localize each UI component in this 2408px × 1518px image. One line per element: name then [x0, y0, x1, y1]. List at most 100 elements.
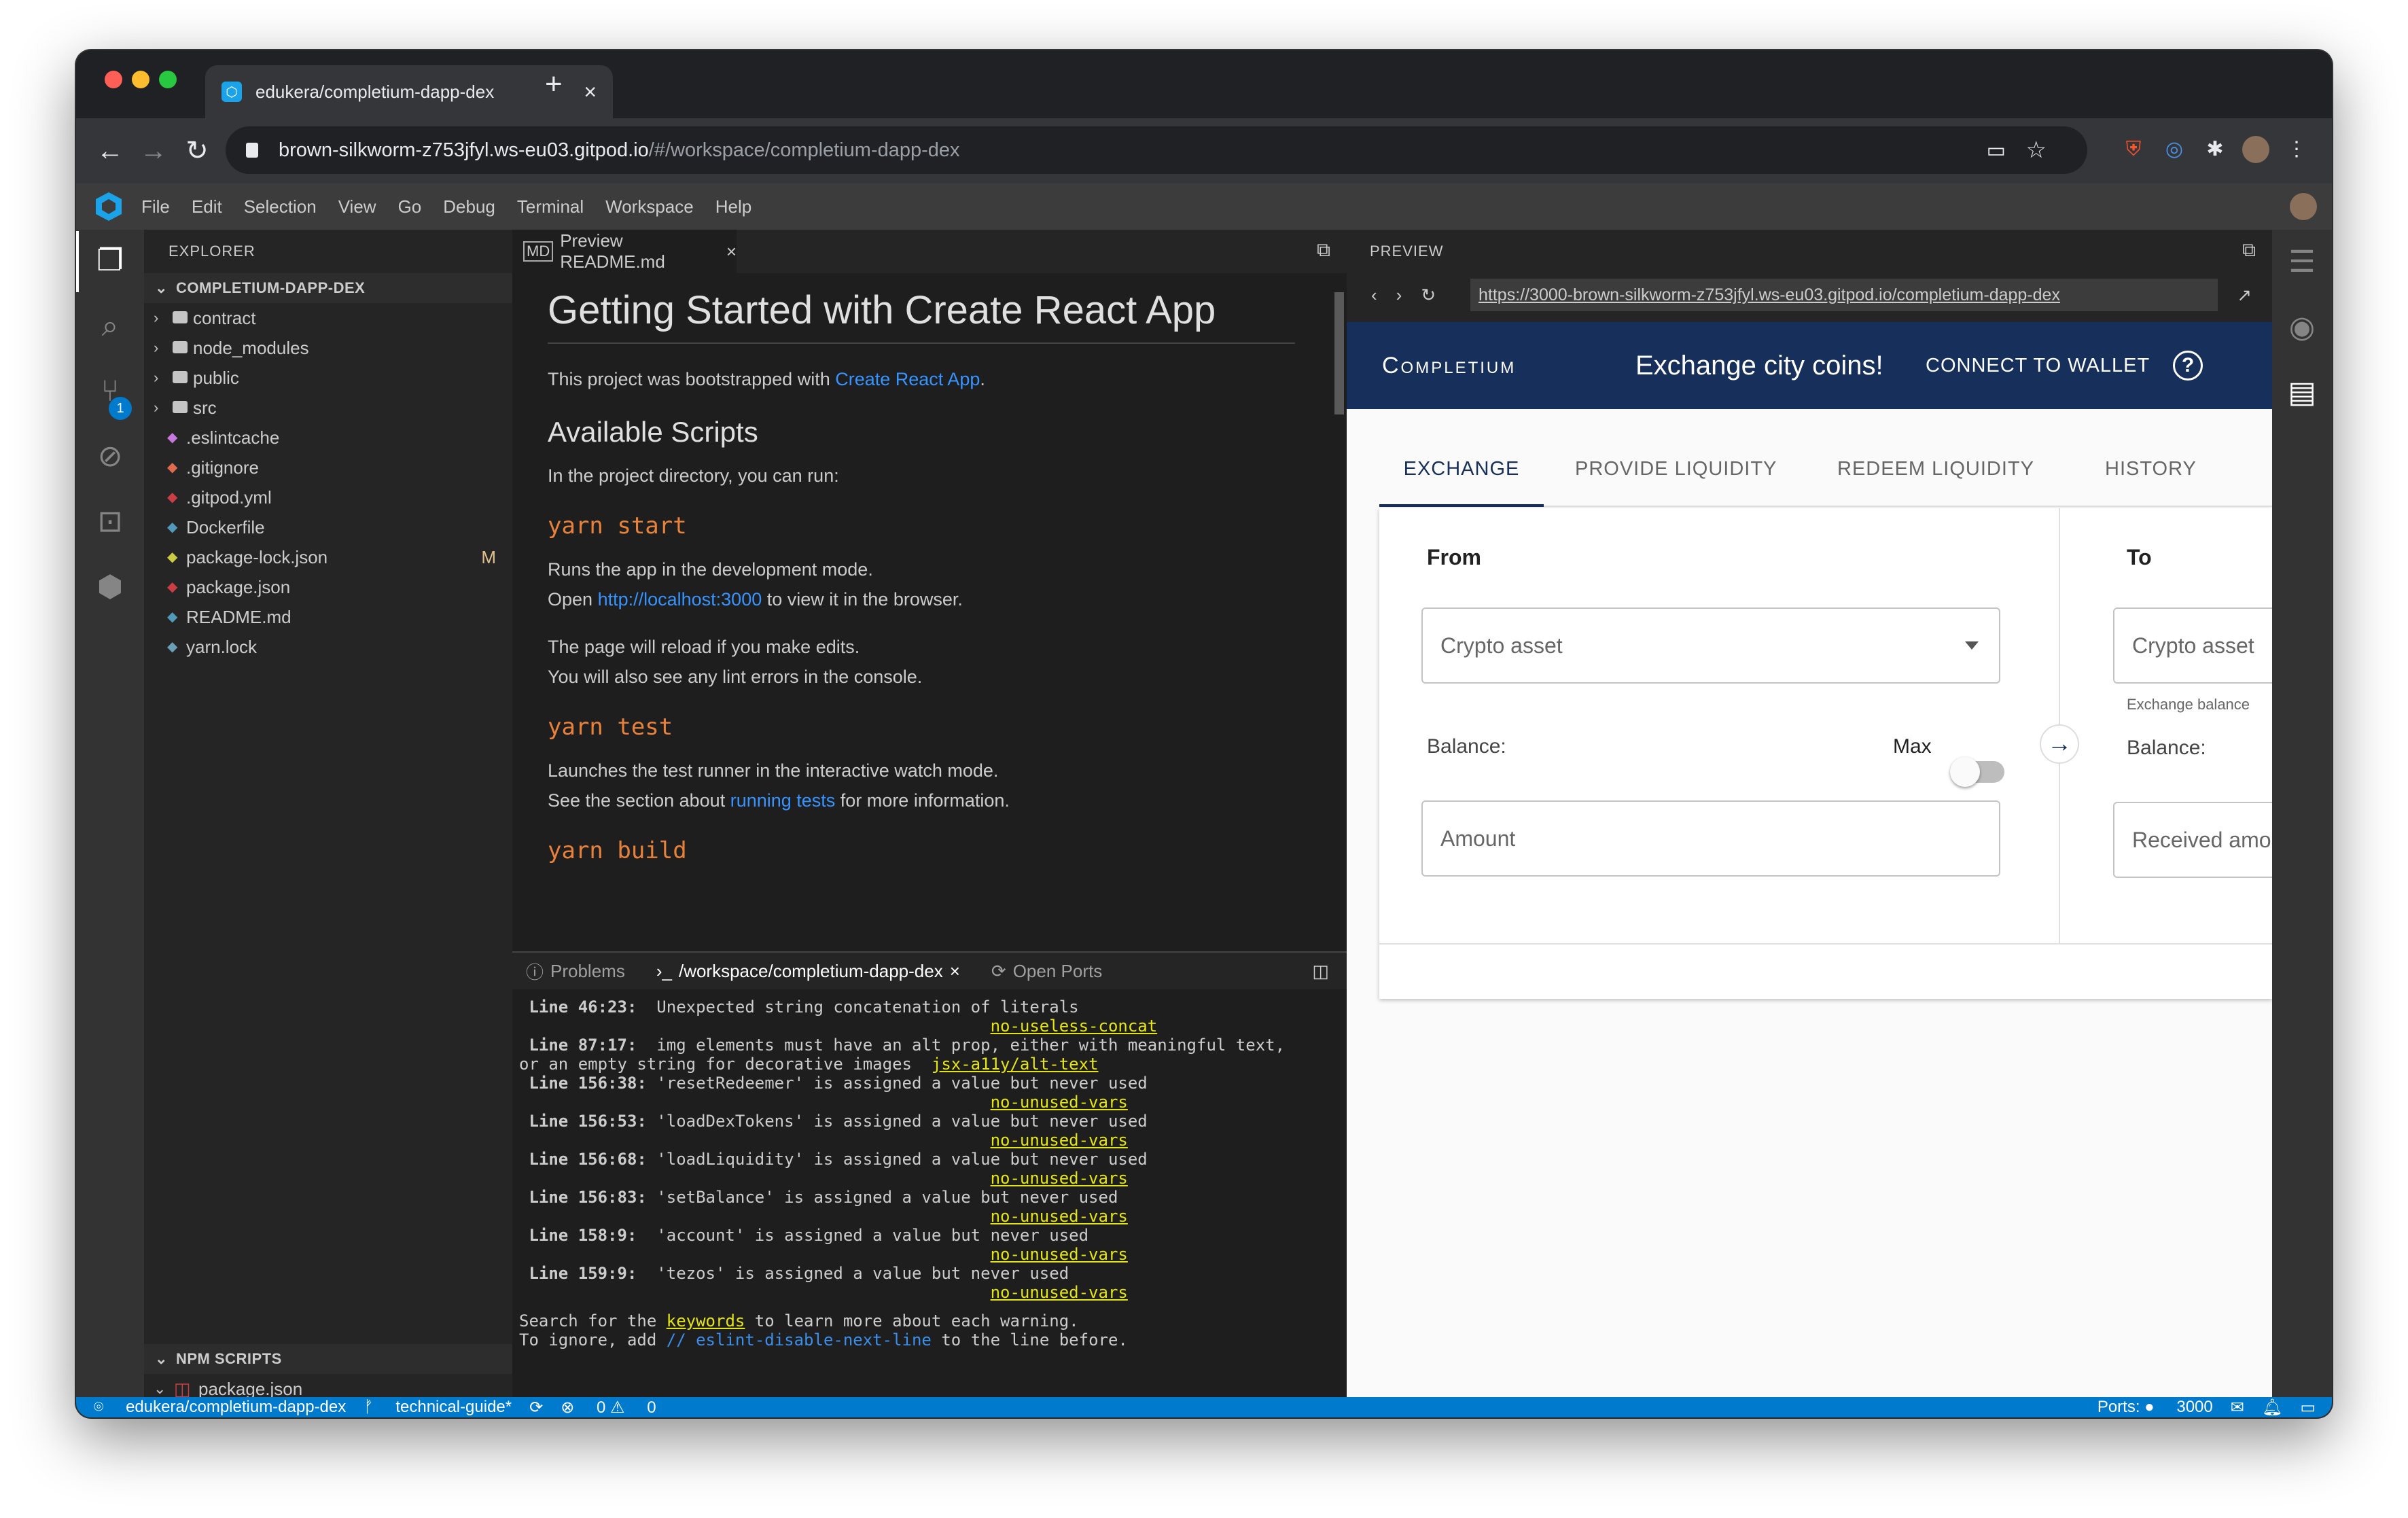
extension-icon[interactable]: ◎	[2161, 136, 2188, 163]
menu-help[interactable]: Help	[715, 196, 751, 217]
back-icon[interactable]: ←	[88, 136, 132, 166]
open-to-side-icon[interactable]: ⧉	[1317, 239, 1330, 262]
file-gitpod-yml[interactable]: ◆ .gitpod.yml	[144, 482, 512, 512]
help-icon[interactable]: ?	[2173, 351, 2203, 381]
max-toggle[interactable]	[1950, 757, 2004, 787]
preview-forward-icon[interactable]: ›	[1396, 285, 1402, 306]
completium-brand[interactable]: Completium	[1382, 353, 1516, 379]
bookmark-star-icon[interactable]: ☆	[2026, 137, 2047, 164]
received-amount-input[interactable]: Received amount	[2113, 802, 2272, 878]
reload-icon[interactable]: ↻	[175, 135, 219, 166]
to-asset-select[interactable]: Crypto asset	[2113, 607, 2272, 684]
eslint-rule-link[interactable]: no-unused-vars	[991, 1283, 1128, 1302]
explorer-files-icon[interactable]: ❐	[91, 242, 129, 280]
tab-open-ports[interactable]: ⟳ Open Ports	[991, 961, 1102, 982]
search-icon[interactable]: ⌕	[91, 307, 129, 345]
menu-edit[interactable]: Edit	[192, 196, 222, 217]
editor-scrollbar[interactable]	[1334, 292, 1344, 414]
close-editor-tab-icon[interactable]: ×	[726, 241, 737, 262]
tab-problems[interactable]: ⓘ Problems	[526, 959, 625, 984]
preview-url-input[interactable]: https://3000-brown-silkworm-z753jfyl.ws-…	[1470, 279, 2218, 311]
more-menu-icon[interactable]: ⋮	[2283, 136, 2310, 163]
folder-public[interactable]: › public	[144, 363, 512, 393]
sync-icon[interactable]: ⟳	[529, 1398, 543, 1417]
new-tab-button[interactable]: +	[545, 69, 563, 99]
profile-avatar[interactable]	[2242, 136, 2269, 163]
eslint-rule-link[interactable]: no-unused-vars	[991, 1245, 1128, 1264]
file-dockerfile[interactable]: ◆ Dockerfile	[144, 512, 512, 542]
editor-group: MD Preview README.md × ⧉ Getting Started…	[512, 230, 1347, 951]
extensions-icon[interactable]: ⊡	[91, 503, 129, 541]
github-icon[interactable]: ◉	[2283, 308, 2321, 347]
tab-provide-liquidity[interactable]: PROVIDE LIQUIDITY	[1575, 431, 1777, 507]
tab-preview-readme[interactable]: MD Preview README.md ×	[512, 230, 737, 273]
close-terminal-icon[interactable]: ×	[950, 961, 960, 982]
maximize-panel-icon[interactable]: ◫	[1312, 961, 1329, 982]
status-problems[interactable]: ⊗ 0 ⚠ 0	[561, 1398, 656, 1417]
running-tests-link[interactable]: running tests	[730, 790, 836, 811]
eslint-rule-link[interactable]: no-unused-vars	[991, 1207, 1128, 1226]
tab-history[interactable]: HISTORY	[2105, 431, 2197, 507]
file-package-lock-json[interactable]: ◆ package-lock.json M	[144, 542, 512, 572]
feedback-icon[interactable]: ✉	[2231, 1398, 2244, 1417]
open-external-icon[interactable]: ↗	[2237, 285, 2252, 306]
eslint-rule-link[interactable]: no-unused-vars	[991, 1131, 1128, 1150]
minimize-window-button[interactable]	[132, 71, 149, 88]
close-window-button[interactable]	[105, 71, 122, 88]
preview-browser-icon[interactable]: ▤	[2283, 374, 2321, 412]
status-repo[interactable]: ⌾ edukera/completium-dapp-dex	[94, 1398, 346, 1417]
puzzle-extensions-icon[interactable]: ✱	[2201, 136, 2229, 163]
menu-selection[interactable]: Selection	[244, 196, 317, 217]
scm-count-badge: 1	[109, 397, 132, 420]
status-ports[interactable]: Ports: ● 3000	[2080, 1398, 2213, 1417]
connect-wallet-button[interactable]: CONNECT TO WALLET	[1926, 355, 2150, 377]
eslint-rule-link[interactable]: no-unused-vars	[991, 1093, 1128, 1112]
remote-explorer-icon[interactable]: ⬢	[91, 568, 129, 606]
file-package-json[interactable]: ◆ package.json	[144, 572, 512, 602]
eslint-rule-link[interactable]: no-useless-concat	[991, 1017, 1158, 1036]
forward-icon[interactable]: →	[132, 136, 175, 166]
cast-icon[interactable]: ▭	[1987, 139, 2006, 162]
menu-terminal[interactable]: Terminal	[517, 196, 584, 217]
reload-desc: The page will reload if you make edits. Y…	[548, 637, 923, 687]
create-react-app-link[interactable]: Create React App	[835, 369, 980, 389]
debug-icon[interactable]: ⊘	[91, 438, 129, 476]
preview-open-icon[interactable]: ⧉	[2242, 239, 2256, 262]
notifications-bell-icon[interactable]: 🔔︎	[2262, 1398, 2282, 1417]
preview-back-icon[interactable]: ‹	[1371, 285, 1377, 306]
from-asset-select[interactable]: Crypto asset	[1421, 607, 2000, 684]
preview-reload-icon[interactable]: ↻	[1421, 285, 1436, 306]
workspace-root[interactable]: ⌄ COMPLETIUM-DAPP-DEX	[144, 273, 512, 303]
eslint-rule-link[interactable]: jsx-a11y/alt-text	[932, 1055, 1099, 1074]
npm-scripts-section[interactable]: ⌄ NPM SCRIPTS	[144, 1344, 512, 1374]
tab-exchange[interactable]: EXCHANGE	[1379, 431, 1544, 507]
eslint-rule-link[interactable]: no-unused-vars	[991, 1169, 1128, 1188]
close-tab-icon[interactable]: ×	[584, 80, 597, 105]
lint-warning-line: Line 46:23: Unexpected string concatenat…	[519, 998, 1079, 1017]
menu-debug[interactable]: Debug	[443, 196, 495, 217]
localhost-link[interactable]: http://localhost:3000	[598, 589, 762, 610]
file-yarn-lock[interactable]: ◆ yarn.lock	[144, 632, 512, 662]
brave-shield-icon[interactable]: ⛨	[2120, 136, 2147, 163]
zoom-window-button[interactable]	[159, 71, 177, 88]
folder-contract[interactable]: › contract	[144, 303, 512, 333]
status-branch[interactable]: ᚠ technical-guide*	[364, 1398, 512, 1417]
menu-workspace[interactable]: Workspace	[605, 196, 694, 217]
menu-go[interactable]: Go	[398, 196, 422, 217]
file-readme-md[interactable]: ◆ README.md	[144, 602, 512, 632]
terminal-output[interactable]: Line 46:23: Unexpected string concatenat…	[519, 998, 1334, 1349]
tab-terminal[interactable]: ›_/workspace/completium-dapp-dex ×	[656, 961, 960, 982]
file-eslintcache[interactable]: ◆ .eslintcache	[144, 423, 512, 453]
menu-view[interactable]: View	[338, 196, 376, 217]
layout-icon[interactable]: ▭	[2300, 1398, 2316, 1417]
folder-node-modules[interactable]: › node_modules	[144, 333, 512, 363]
file-gitignore[interactable]: ◆ .gitignore	[144, 453, 512, 482]
outline-icon[interactable]: ☰	[2283, 243, 2321, 281]
amount-input[interactable]: Amount	[1421, 800, 2000, 877]
swap-arrow-icon[interactable]: →	[2040, 724, 2079, 764]
menu-file[interactable]: File	[141, 196, 170, 217]
address-bar[interactable]: brown-silkworm-z753jfyl.ws-eu03.gitpod.i…	[226, 126, 2087, 174]
folder-src[interactable]: › src	[144, 393, 512, 423]
tab-redeem-liquidity[interactable]: REDEEM LIQUIDITY	[1837, 431, 2034, 507]
user-avatar[interactable]	[2290, 193, 2317, 220]
